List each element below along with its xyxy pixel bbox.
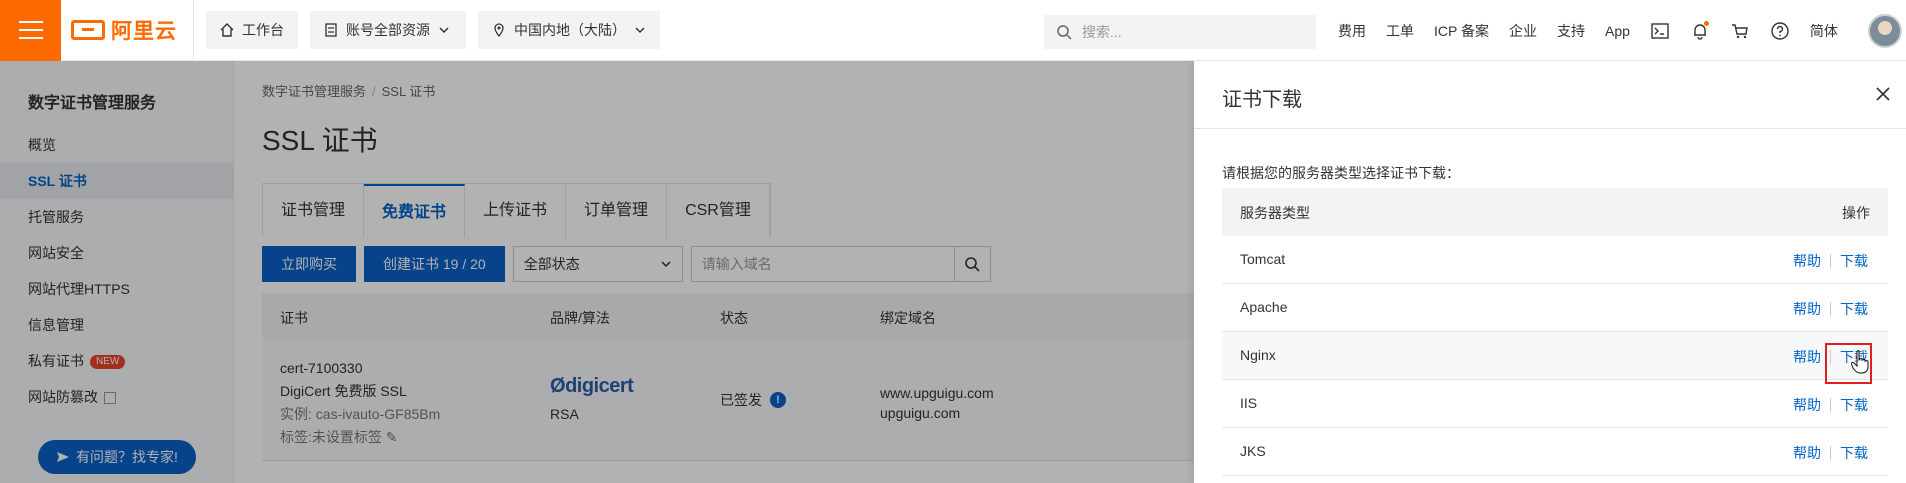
row-actions: 帮助 下载 — [1793, 443, 1868, 463]
hand-cursor-icon — [1851, 350, 1869, 374]
workbench-button[interactable]: 工作台 — [206, 11, 298, 49]
help-link[interactable]: 帮助 — [1793, 349, 1821, 365]
hamburger-menu-button[interactable] — [0, 0, 61, 61]
row-actions: 帮助 下载 — [1793, 299, 1868, 319]
help-link[interactable]: 帮助 — [1793, 397, 1821, 413]
chevron-down-icon — [439, 27, 449, 34]
help-link[interactable]: 帮助 — [1793, 253, 1821, 269]
server-name: Apache — [1240, 299, 1288, 315]
account-resources-dropdown[interactable]: 账号全部资源 — [310, 11, 466, 49]
link-enterprise[interactable]: 企业 — [1509, 21, 1537, 41]
column-action: 操作 — [1842, 205, 1870, 221]
server-row-apache: Apache 帮助 下载 — [1222, 284, 1888, 332]
location-pin-icon — [494, 23, 504, 37]
aliyun-logo[interactable]: 阿里云 — [71, 0, 194, 61]
download-link[interactable]: 下载 — [1840, 301, 1868, 317]
user-avatar[interactable] — [1868, 14, 1902, 48]
region-label: 中国内地（大陆） — [514, 22, 626, 38]
link-support[interactable]: 支持 — [1557, 21, 1585, 41]
drawer-title: 证书下载 — [1222, 89, 1302, 111]
top-navigation-bar: 阿里云 工作台 账号全部资源 中国内地（大陆） 搜索... 费用 工单 ICP … — [0, 0, 1906, 61]
action-divider — [1830, 302, 1831, 316]
server-row-iis: IIS 帮助 下载 — [1222, 380, 1888, 428]
server-name: JKS — [1240, 443, 1266, 459]
certificate-download-drawer: 证书下载 请根据您的服务器类型选择证书下载： 服务器类型 操作 Tomcat 帮… — [1194, 61, 1906, 483]
chevron-down-icon — [635, 27, 645, 34]
link-icp[interactable]: ICP 备案 — [1434, 21, 1489, 41]
region-dropdown[interactable]: 中国内地（大陆） — [478, 11, 660, 49]
download-link[interactable]: 下载 — [1840, 253, 1868, 269]
language-switch[interactable]: 简体 — [1810, 21, 1838, 41]
global-search-input[interactable]: 搜索... — [1044, 15, 1316, 49]
terminal-icon[interactable] — [1650, 21, 1670, 41]
help-link[interactable]: 帮助 — [1793, 301, 1821, 317]
link-tickets[interactable]: 工单 — [1386, 21, 1414, 41]
server-table-header: 服务器类型 操作 — [1222, 188, 1888, 236]
close-icon[interactable] — [1874, 85, 1892, 103]
bell-icon[interactable] — [1690, 20, 1710, 41]
modal-overlay[interactable] — [0, 61, 1194, 483]
server-name: Tomcat — [1240, 251, 1286, 267]
server-name: Nginx — [1240, 347, 1276, 363]
download-link[interactable]: 下载 — [1840, 445, 1868, 461]
action-divider — [1830, 254, 1831, 268]
link-app[interactable]: App — [1605, 23, 1630, 39]
top-links: 费用 工单 ICP 备案 企业 支持 App 简体 — [1338, 0, 1858, 61]
home-icon — [220, 23, 234, 37]
help-icon[interactable] — [1770, 21, 1790, 41]
workbench-label: 工作台 — [242, 22, 284, 38]
logo-text: 阿里云 — [111, 20, 177, 43]
cart-icon[interactable] — [1730, 21, 1750, 41]
search-icon — [1057, 25, 1072, 40]
notification-dot — [1703, 20, 1709, 26]
action-divider — [1830, 398, 1831, 412]
column-server-type: 服务器类型 — [1240, 205, 1310, 221]
list-icon — [325, 23, 337, 37]
row-actions: 帮助 下载 — [1793, 251, 1868, 271]
drawer-divider — [1194, 128, 1906, 129]
download-link[interactable]: 下载 — [1840, 397, 1868, 413]
aliyun-logo-mark-icon — [71, 20, 105, 40]
server-row-jks: JKS 帮助 下载 — [1222, 428, 1888, 476]
row-actions: 帮助 下载 — [1793, 395, 1868, 415]
server-row-tomcat: Tomcat 帮助 下载 — [1222, 236, 1888, 284]
server-row-nginx: Nginx 帮助 下载 — [1222, 332, 1888, 380]
link-billing[interactable]: 费用 — [1338, 21, 1366, 41]
account-resources-label: 账号全部资源 — [346, 22, 430, 38]
drawer-hint: 请根据您的服务器类型选择证书下载： — [1222, 165, 1460, 181]
action-divider — [1830, 446, 1831, 460]
help-link[interactable]: 帮助 — [1793, 445, 1821, 461]
server-name: IIS — [1240, 395, 1258, 411]
search-placeholder: 搜索... — [1082, 24, 1122, 40]
